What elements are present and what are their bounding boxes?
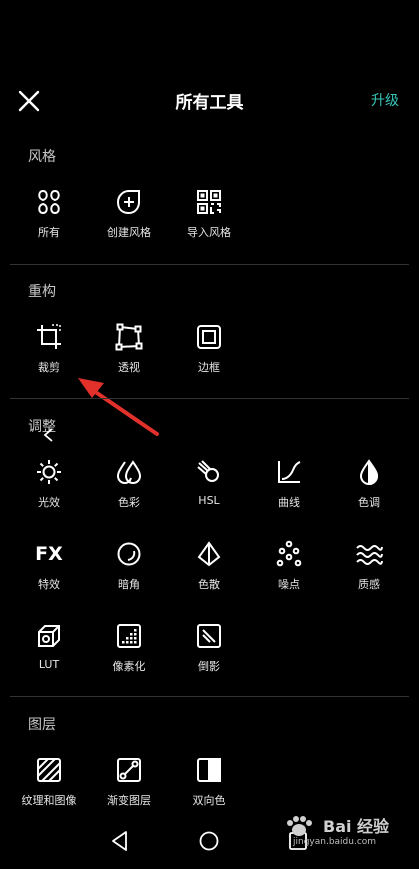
pixelate-icon	[117, 624, 141, 648]
crop-icon	[37, 324, 61, 349]
divider	[10, 398, 409, 399]
tool-noise[interactable]: 噪点	[249, 540, 329, 592]
tool-texture[interactable]: 质感	[329, 540, 409, 592]
tool-label: 透视	[118, 361, 140, 374]
chevron-left-icon[interactable]	[42, 427, 56, 443]
tool-effects[interactable]: FX 特效	[9, 540, 89, 592]
grid-icon	[38, 189, 60, 215]
tool-dispersion[interactable]: 色散	[169, 540, 249, 592]
qr-import-icon	[197, 190, 221, 214]
tool-import-style[interactable]: 导入风格	[169, 188, 249, 240]
tool-label: 色调	[358, 496, 380, 509]
texture-waves-icon	[356, 545, 383, 565]
home-circle-icon[interactable]	[195, 827, 223, 855]
tool-reflection[interactable]: 倒影	[169, 622, 249, 674]
tone-drop-icon	[359, 459, 379, 486]
tool-texture-image[interactable]: 纹理和图像	[9, 756, 89, 808]
prism-icon	[197, 541, 221, 567]
tool-label: 色彩	[118, 496, 140, 509]
tool-label: 双向色	[192, 794, 226, 807]
tool-perspective[interactable]: 透视	[89, 323, 169, 375]
divider	[10, 696, 409, 697]
tool-label: 暗角	[118, 578, 140, 591]
tool-label: 渐变图层	[107, 794, 151, 807]
tool-label: 创建风格	[107, 226, 151, 239]
tool-label: 光效	[38, 496, 60, 509]
fx-icon: FX	[35, 543, 63, 565]
tool-label: LUT	[38, 658, 60, 671]
tool-pixelate[interactable]: 像素化	[89, 622, 169, 674]
watermark-text: Bai 经验	[323, 817, 390, 836]
baidu-watermark: Bai 经验 jingyan.baidu.com	[279, 813, 391, 853]
tool-label: 所有	[38, 226, 60, 239]
tool-label: 像素化	[112, 660, 146, 673]
tool-duotone[interactable]: 双向色	[169, 756, 249, 808]
divider	[10, 264, 409, 265]
frame-icon	[197, 325, 221, 349]
tool-label: 曲线	[278, 496, 300, 509]
tool-create-style[interactable]: 创建风格	[89, 188, 169, 240]
lut-cube-icon	[38, 625, 60, 647]
duotone-icon	[197, 758, 221, 782]
perspective-icon	[115, 323, 143, 351]
tool-label: 特效	[38, 578, 60, 591]
tool-label: 裁剪	[38, 361, 60, 374]
tool-label: 导入风格	[187, 226, 231, 239]
texture-image-icon	[37, 758, 61, 782]
gradient-layer-icon	[117, 758, 141, 782]
reflection-icon	[197, 624, 221, 648]
watermark-url: jingyan.baidu.com	[293, 837, 377, 847]
curve-icon	[278, 461, 301, 483]
tool-label: 倒影	[198, 660, 220, 673]
tool-label: 质感	[358, 578, 380, 591]
tool-hsl[interactable]: HSL	[169, 458, 249, 507]
baidu-paw-logo-icon	[287, 816, 312, 836]
tool-label: 色散	[198, 578, 220, 591]
tool-label: HSL	[198, 494, 220, 507]
section-title-layers: 图层	[28, 717, 56, 733]
vignette-icon	[117, 542, 141, 566]
tool-light[interactable]: 光效	[9, 458, 89, 510]
tool-vignette[interactable]: 暗角	[89, 540, 169, 592]
upgrade-button[interactable]: 升级	[371, 90, 399, 110]
tool-frame[interactable]: 边框	[169, 323, 249, 375]
tool-label: 边框	[198, 361, 220, 374]
tool-color[interactable]: 色彩	[89, 458, 169, 510]
tool-lut[interactable]: LUT	[9, 622, 89, 671]
create-style-icon	[116, 190, 140, 215]
sun-icon	[37, 460, 61, 484]
tool-tone[interactable]: 色调	[329, 458, 409, 510]
annotation-arrow	[78, 378, 159, 436]
hsl-icon	[197, 460, 219, 482]
section-title-restructure: 重构	[28, 284, 56, 300]
tool-gradient-layer[interactable]: 渐变图层	[89, 756, 169, 808]
back-triangle-icon[interactable]	[106, 827, 134, 855]
tool-crop[interactable]: 裁剪	[9, 323, 89, 375]
page-title: 所有工具	[175, 93, 244, 113]
color-drops-icon	[116, 460, 142, 485]
tool-all[interactable]: 所有	[9, 188, 89, 240]
noise-dots-icon	[276, 540, 302, 567]
top-bar: 所有工具 升级	[0, 72, 419, 128]
tool-curve[interactable]: 曲线	[249, 458, 329, 510]
section-title-style: 风格	[28, 149, 56, 165]
tool-label: 纹理和图像	[21, 794, 77, 807]
tool-label: 噪点	[278, 578, 300, 591]
